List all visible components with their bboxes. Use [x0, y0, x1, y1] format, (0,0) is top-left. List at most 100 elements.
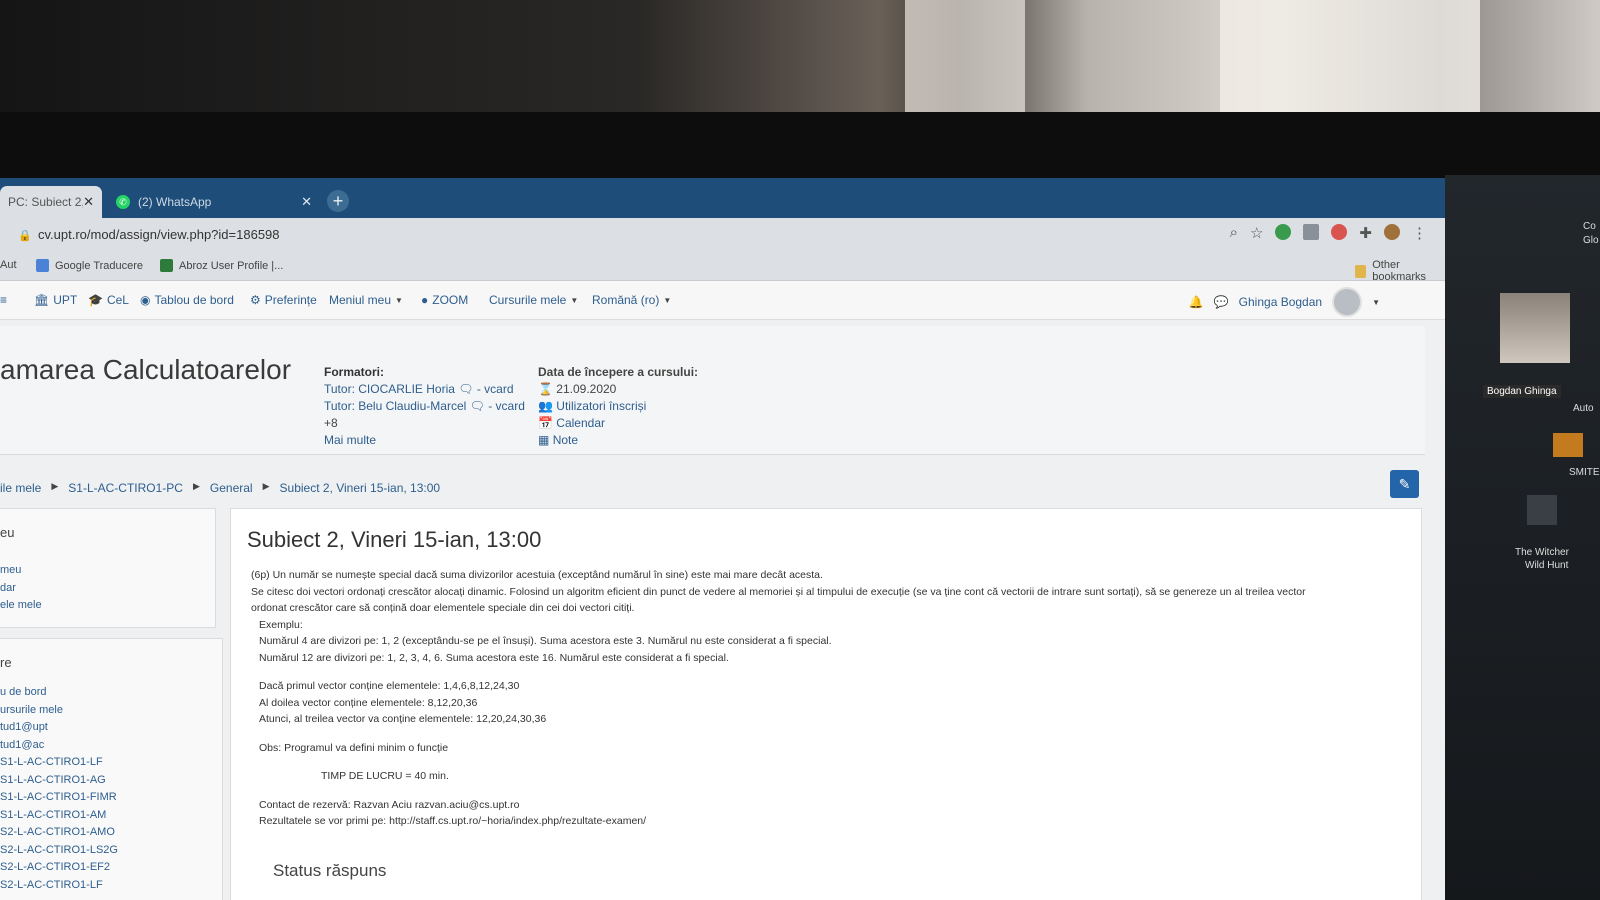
bookmark-google-translate[interactable]: Google Traducere — [36, 259, 143, 272]
dock-toggle-button[interactable]: ✎ — [1390, 470, 1419, 498]
dashboard-icon: ◉ — [140, 293, 151, 307]
paragraph: TIMP DE LUCRU = 40 min. — [321, 770, 449, 782]
left-sidebar: eu meu dar ele mele re u de bord ursuril… — [0, 508, 225, 900]
extension-icon[interactable] — [1303, 224, 1320, 240]
sidebar-item[interactable]: S2-L-AC-CTIRO1-EF2 — [0, 859, 222, 877]
nav-item-language[interactable]: Romănă (ro) ▼ — [592, 293, 671, 307]
monitor-bezel — [0, 112, 1600, 178]
tutor-link[interactable]: Tutor: CIOCARLIE Horia — [324, 382, 455, 396]
zoom-icon[interactable]: ⌕ — [1230, 224, 1238, 242]
sidebar-item[interactable]: tud1@ac — [0, 737, 222, 755]
sidebar-item[interactable]: ursurile mele — [0, 702, 222, 720]
profile-icon[interactable] — [1384, 224, 1400, 240]
breadcrumb-item[interactable]: S1-L-AC-CTIRO1-PC — [68, 481, 183, 495]
user-menu[interactable]: 🔔 💬 Ghinga Bogdan ▼ — [1189, 287, 1380, 317]
message-icon[interactable]: 🗨 — [458, 382, 473, 396]
nav-item-cel[interactable]: 🎓 CeL — [88, 293, 129, 307]
sidebar-item[interactable]: ele mele — [0, 597, 215, 615]
chat-icon[interactable]: 💬 — [1214, 295, 1229, 309]
bookmark-item[interactable]: Aut — [0, 259, 17, 271]
desktop-label[interactable]: SMITE — [1569, 467, 1600, 478]
calendar-icon: 📅 — [538, 416, 553, 430]
breadcrumb-item[interactable]: Subiect 2, Vineri 15-ian, 13:00 — [280, 481, 441, 495]
course-header: amarea Calculatoarelor Formatori: Tutor:… — [0, 326, 1425, 455]
sidebar-item[interactable]: u de bord — [0, 684, 222, 702]
breadcrumb-item[interactable]: ile mele — [0, 481, 41, 495]
puzzle-icon[interactable]: ✚ — [1359, 224, 1372, 242]
nav-item-my-courses[interactable]: Cursurile mele ▼ — [489, 293, 578, 307]
breadcrumb: ile mele ▶ S1-L-AC-CTIRO1-PC ▶ General ▶… — [0, 481, 440, 495]
paragraph: Obs: Programul va defini minim o funcție — [259, 741, 449, 754]
chevron-right-icon: ▶ — [262, 481, 270, 491]
desktop-label[interactable]: Wild Hunt — [1525, 560, 1568, 571]
tab-bar: PC: Subiect 2, V ✕ ✆ (2) WhatsApp ✕ + — [0, 178, 1445, 218]
vcard-link[interactable]: - vcard — [488, 399, 525, 413]
nav-item-my-menu[interactable]: Meniul meu ▼ — [329, 293, 403, 307]
close-icon[interactable]: ✕ — [83, 194, 94, 210]
course-info-block: Data de începere a cursului: ⌛ 21.09.202… — [538, 364, 698, 449]
nav-item-preferences[interactable]: ⚙ Preferințe — [250, 293, 317, 307]
nav-item-home[interactable]: ≡ — [0, 293, 7, 307]
nav-label: Preferințe — [264, 293, 317, 307]
calendar-link[interactable]: Calendar — [556, 416, 605, 430]
toolbar-icons: ⌕ ☆ ✚ ⋮ — [1230, 224, 1427, 242]
caret-down-icon: ▼ — [663, 295, 672, 305]
enrolled-users-link[interactable]: Utilizatori înscriși — [556, 399, 646, 413]
sidebar-item[interactable]: S2-L-AC-CTIRO1-LS2G — [0, 842, 222, 860]
message-icon[interactable]: 🗨 — [470, 399, 485, 413]
caret-down-icon: ▼ — [570, 295, 579, 305]
desktop-label: Co — [1583, 221, 1596, 232]
start-date: 21.09.2020 — [556, 382, 617, 396]
sidebar-item[interactable]: S1-L-AC-CTIRO1-AM — [0, 807, 222, 825]
bookmark-icon — [160, 259, 173, 272]
more-count[interactable]: +8 — [324, 415, 525, 432]
assignment-panel: Subiect 2, Vineri 15-ian, 13:00 (6p) Un … — [230, 508, 1422, 900]
pin-icon: ✎ — [1398, 476, 1411, 492]
tutor-link[interactable]: Tutor: Belu Claudiu-Marcel — [324, 399, 466, 413]
sidebar-item[interactable]: meu — [0, 562, 215, 580]
hourglass-icon: ⌛ — [538, 382, 553, 396]
nav-item-dashboard[interactable]: ◉ Tablou de bord — [140, 293, 234, 307]
paragraph: Numărul 12 are divizori pe: 1, 2, 3, 4, … — [259, 651, 729, 664]
nav-label: Romănă (ro) — [592, 293, 660, 307]
smite-icon[interactable] — [1553, 433, 1583, 457]
grades-link[interactable]: Note — [553, 433, 578, 447]
bell-icon[interactable]: 🔔 — [1189, 295, 1204, 309]
submission-status-title: Status răspuns — [273, 861, 387, 880]
more-link[interactable]: Mai multe — [324, 432, 525, 449]
sidebar-item[interactable]: S1-L-AC-CTIRO1-AG — [0, 772, 222, 790]
desktop-area: Co Glo Bogdan Ghinga Auto SMITE The Witc… — [1445, 175, 1600, 900]
sidebar-item[interactable]: S2-L-AC-CTIRO1-LF — [0, 877, 222, 895]
other-bookmarks-label: Other bookmarks — [1372, 259, 1427, 283]
sidebar-block-title: eu — [0, 525, 15, 540]
other-bookmarks[interactable]: Other bookmarks — [1355, 259, 1445, 283]
menu-kebab-icon[interactable]: ⋮ — [1412, 224, 1427, 242]
sidebar-item[interactable]: S2-L-AC-CTIRO1-AMO — [0, 824, 222, 842]
tab-assignment[interactable]: PC: Subiect 2, V ✕ — [0, 186, 102, 218]
bookmark-label: Google Traducere — [55, 259, 144, 272]
bookmarks-bar: Aut Google Traducere Abroz User Profile … — [0, 252, 1445, 283]
breadcrumb-item[interactable]: General — [210, 481, 253, 495]
lock-icon[interactable]: 🔒 — [18, 229, 32, 242]
star-icon[interactable]: ☆ — [1250, 224, 1263, 242]
paragraph: (6p) Un număr se numește special dacă su… — [251, 569, 823, 581]
bookmark-profile[interactable]: Abroz User Profile |... — [160, 259, 283, 272]
tab-whatsapp[interactable]: ✆ (2) WhatsApp ✕ — [108, 186, 320, 218]
close-icon[interactable]: ✕ — [301, 194, 312, 210]
witcher-icon[interactable] — [1527, 495, 1557, 525]
extension-icon[interactable] — [1275, 224, 1292, 240]
bookmark-label: Aut — [0, 259, 17, 271]
desktop-label[interactable]: The Witcher — [1515, 547, 1569, 558]
url-bar[interactable]: cv.upt.ro/mod/assign/view.php?id=186598 — [38, 227, 280, 242]
sidebar-item[interactable]: S1-L-AC-CTIRO1-FIMR — [0, 789, 222, 807]
extension-icon[interactable] — [1331, 224, 1348, 240]
sidebar-item[interactable]: tud1@upt — [0, 719, 222, 737]
caret-down-icon: ▼ — [1372, 297, 1380, 307]
vcard-link[interactable]: - vcard — [477, 382, 514, 396]
sidebar-item[interactable]: S1-L-AC-CTIRO1-LF — [0, 754, 222, 772]
nav-item-upt[interactable]: 🏛 UPT — [34, 293, 77, 307]
nav-item-zoom[interactable]: ● ZOOM — [421, 293, 468, 307]
sidebar-item[interactable]: dar — [0, 580, 215, 598]
translate-icon — [36, 259, 49, 272]
new-tab-button[interactable]: + — [327, 190, 349, 212]
